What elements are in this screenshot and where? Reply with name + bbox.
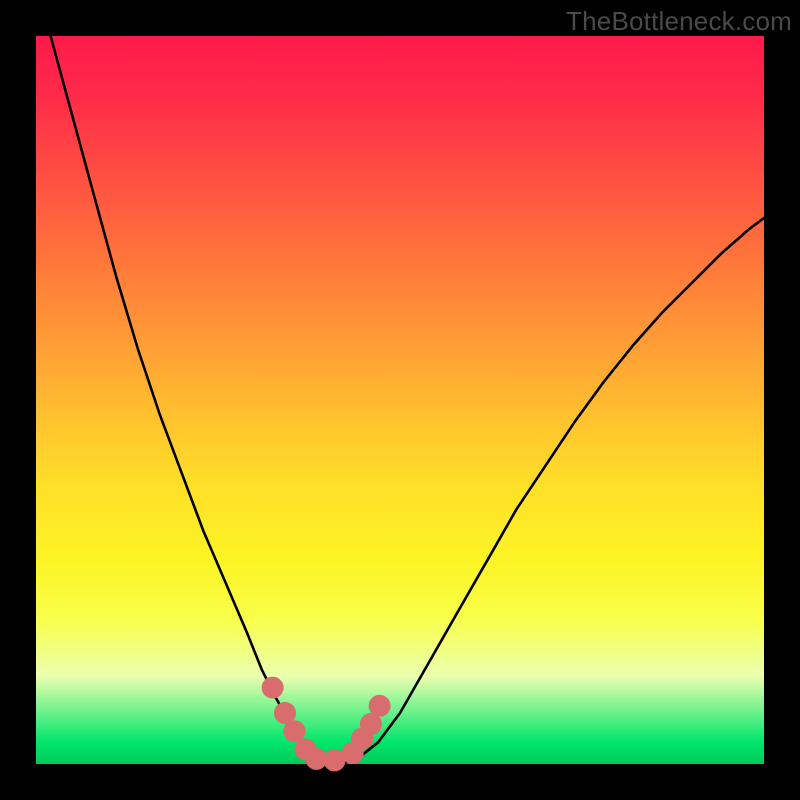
watermark-text: TheBottleneck.com [566,6,792,37]
highlight-dots [262,677,391,772]
highlight-dot [283,720,305,742]
bottleneck-curve-svg [36,36,764,764]
highlight-dot [262,677,284,699]
highlight-dot [369,695,391,717]
bottleneck-curve [51,36,764,764]
chart-plot-area [36,36,764,764]
